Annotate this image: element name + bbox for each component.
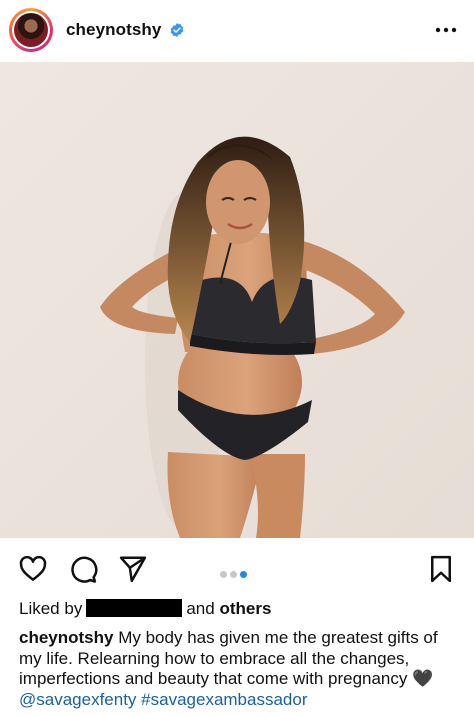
carousel-dot-active [240, 571, 247, 578]
post-photo[interactable] [0, 62, 474, 538]
avatar-ring-gap [12, 11, 50, 49]
comment-icon[interactable] [68, 554, 98, 584]
caption-username[interactable]: cheynotshy [19, 628, 113, 647]
heart-icon[interactable] [18, 554, 48, 584]
photo-illustration [0, 62, 474, 538]
caption-emoji: 🖤 [412, 669, 434, 688]
avatar-photo [14, 13, 48, 47]
likes-prefix: Liked by [19, 599, 83, 618]
post-caption: cheynotshy My body has given me the grea… [19, 628, 464, 710]
more-horizontal-icon[interactable] [434, 22, 458, 38]
likes-line[interactable]: Liked by and others [19, 599, 271, 619]
send-icon[interactable] [118, 554, 148, 584]
carousel-dot [230, 571, 237, 578]
verified-badge-icon [170, 23, 184, 37]
post-header: cheynotshy [0, 0, 474, 62]
post-username[interactable]: cheynotshy [66, 20, 161, 40]
likes-connector: and [186, 599, 215, 618]
bookmark-icon[interactable] [426, 554, 456, 584]
caption-hashtag[interactable]: #savagexambassador [141, 690, 307, 709]
caption-mention[interactable]: @savagexfenty [19, 690, 136, 709]
carousel-dot [220, 571, 227, 578]
carousel-indicator [220, 565, 250, 583]
redacted-username [86, 599, 183, 617]
likes-others[interactable]: others [219, 599, 271, 618]
avatar[interactable] [9, 8, 53, 52]
